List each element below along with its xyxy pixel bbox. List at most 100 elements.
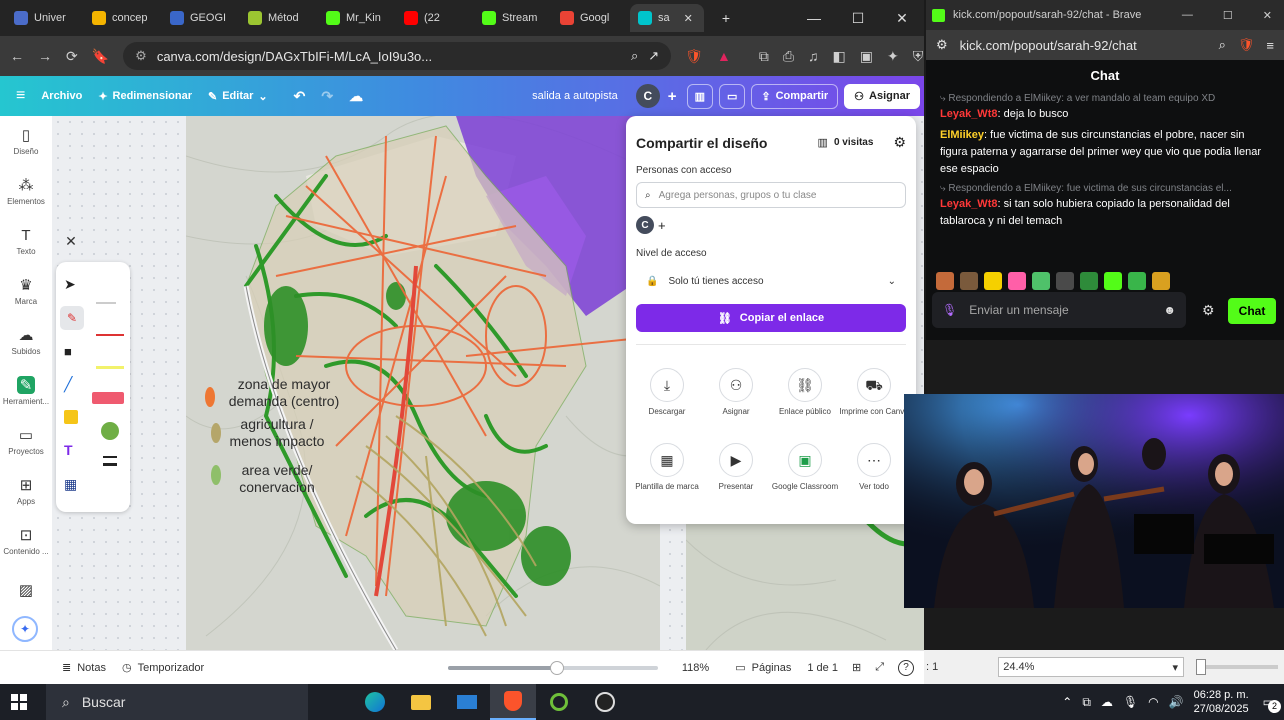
- notes-button[interactable]: ≣ Notas: [62, 661, 106, 675]
- browser-tab[interactable]: sa ✕: [630, 4, 704, 32]
- bookmark-icon[interactable]: 🔖: [92, 47, 109, 65]
- redo-icon[interactable]: ↷: [321, 88, 333, 105]
- new-tab-button[interactable]: +: [704, 10, 748, 26]
- maximize-icon[interactable]: ☐: [836, 10, 880, 27]
- browser-tab[interactable]: (22: [396, 4, 474, 32]
- cloud-icon[interactable]: ☁: [1101, 695, 1113, 709]
- tab-close-icon[interactable]: ✕: [684, 12, 693, 25]
- vpn-icon[interactable]: ⛨: [913, 47, 924, 65]
- close-window-icon[interactable]: ✕: [880, 10, 924, 27]
- wifi-icon[interactable]: ◠: [1148, 695, 1158, 709]
- share-option[interactable]: ▦ Plantilla de marca: [632, 443, 702, 492]
- chat-username[interactable]: Leyak_Wt8: [940, 108, 997, 120]
- rail-item[interactable]: ⁂ Elementos: [0, 166, 52, 216]
- legend-zona-demanda[interactable]: zona de mayor demanda (centro): [224, 376, 344, 410]
- emote-icon[interactable]: [1128, 272, 1146, 290]
- volume-icon[interactable]: 🔊: [1169, 695, 1184, 709]
- pen-tool-icon[interactable]: ✎: [60, 306, 84, 330]
- settings-gear-icon[interactable]: ⚙: [893, 134, 906, 151]
- emote-icon[interactable]: [1104, 272, 1122, 290]
- user-avatar[interactable]: C: [635, 84, 660, 108]
- share-option[interactable]: ⤓ Descargar: [632, 368, 702, 417]
- share-option[interactable]: ⋯ Ver todo: [839, 443, 909, 492]
- browser-tab[interactable]: Métod: [240, 4, 318, 32]
- brave-icon[interactable]: [490, 684, 536, 720]
- asignar-button[interactable]: ⚇ Asignar: [844, 83, 920, 109]
- browser-tab[interactable]: Univer: [6, 4, 84, 32]
- emote-icon[interactable]: [1008, 272, 1026, 290]
- redimensionar-button[interactable]: ✦ Redimensionar: [98, 90, 192, 103]
- design-title[interactable]: salida a autopista: [532, 90, 618, 102]
- file-explorer-icon[interactable]: [398, 684, 444, 720]
- share-option[interactable]: ⛓ Enlace público: [770, 368, 840, 417]
- chat-username[interactable]: Leyak_Wt8: [940, 198, 997, 210]
- shapes-tool-icon[interactable]: ■: [64, 344, 72, 359]
- archivo-menu[interactable]: Archivo: [41, 90, 82, 102]
- edge-icon[interactable]: [352, 684, 398, 720]
- tray-chevron-icon[interactable]: ⌃: [1062, 695, 1072, 709]
- table-tool-icon[interactable]: ▦: [64, 476, 77, 493]
- mail-icon[interactable]: [444, 684, 490, 720]
- zoom-slider-knob[interactable]: [550, 660, 565, 675]
- rail-item[interactable]: ☁ Subidos: [0, 316, 52, 366]
- chat-minimize-icon[interactable]: —: [1182, 9, 1193, 21]
- sticky-tool-icon[interactable]: [64, 410, 78, 424]
- wallet-icon[interactable]: ▣: [860, 47, 873, 65]
- emote-icon[interactable]: [1080, 272, 1098, 290]
- browser-tab[interactable]: concep: [84, 4, 162, 32]
- back-icon[interactable]: ←: [10, 47, 24, 65]
- legend-area-verde[interactable]: area verde/ conervacion: [230, 462, 324, 496]
- people-search-input[interactable]: ⌕ Agrega personas, grupos o tu clase: [636, 182, 906, 208]
- compartir-button[interactable]: ⇪ Compartir: [751, 83, 839, 109]
- timer-button[interactable]: ◷ Temporizador: [122, 661, 204, 675]
- rail-item[interactable]: ▭ Proyectos: [0, 416, 52, 466]
- comments-button[interactable]: ▭: [718, 83, 746, 109]
- rail-item[interactable]: ✎ Herramient...: [0, 366, 52, 416]
- site-settings-icon[interactable]: ⚙: [936, 37, 948, 53]
- leo-icon[interactable]: ✦: [887, 47, 899, 65]
- emote-icon[interactable]: [1056, 272, 1074, 290]
- select-tool-icon[interactable]: ➤: [64, 276, 76, 293]
- editar-button[interactable]: ✎ Editar ⌄: [208, 90, 268, 103]
- chat-close-icon[interactable]: ✕: [1263, 9, 1272, 22]
- viewer-zoom-select[interactable]: 24.4% ▾: [998, 657, 1185, 677]
- grid-view-icon[interactable]: ⊞: [852, 661, 861, 674]
- stroke-width-icon[interactable]: [103, 456, 117, 466]
- magic-assistant-icon[interactable]: ✦: [12, 616, 38, 642]
- rail-item[interactable]: ♛ Marca: [0, 266, 52, 316]
- browser-tab[interactable]: Mr_Kin: [318, 4, 396, 32]
- share-option[interactable]: ⛟ Imprime con Canva: [839, 368, 909, 417]
- browser-tab[interactable]: Googl: [552, 4, 630, 32]
- chat-settings-icon[interactable]: ⚙: [1202, 302, 1215, 319]
- insights-icon[interactable]: ▥: [818, 136, 828, 149]
- menu-icon[interactable]: ≡: [1266, 38, 1274, 53]
- help-icon[interactable]: ?: [898, 659, 914, 676]
- media-icon[interactable]: ♫: [808, 47, 819, 65]
- qgis-icon[interactable]: [536, 684, 582, 720]
- rail-item[interactable]: ⊞ Apps: [0, 466, 52, 516]
- rail-item[interactable]: ▯ Diseño: [0, 116, 52, 166]
- emote-icon[interactable]: [984, 272, 1002, 290]
- chat-address-bar[interactable]: ⚙ kick.com/popout/sarah-92/chat ⌕ 🛡 ≡: [926, 30, 1284, 60]
- color-green-swatch[interactable]: [101, 422, 119, 440]
- add-collaborator-icon[interactable]: +: [668, 88, 677, 105]
- marker-pink-swatch[interactable]: [92, 392, 124, 404]
- rail-item[interactable]: ▨: [0, 566, 52, 616]
- visits-count[interactable]: 0 visitas: [834, 137, 873, 148]
- chat-reply-context[interactable]: ⤷ Respondiendo a ElMiikey: a ver mandalo…: [926, 90, 1284, 104]
- brave-shield-icon[interactable]: 🛡: [1238, 37, 1255, 53]
- brave-shield-icon[interactable]: 🛡: [685, 47, 703, 65]
- text-tool-icon[interactable]: T: [64, 442, 73, 458]
- collaborator-avatar[interactable]: C: [636, 216, 654, 234]
- obs-icon[interactable]: [582, 684, 628, 720]
- network-icon[interactable]: ⧉: [1082, 695, 1091, 710]
- taskbar-clock[interactable]: 06:28 p. m. 27/08/2025: [1194, 688, 1249, 716]
- pages-button[interactable]: ▭ Páginas: [735, 661, 791, 675]
- emote-icon[interactable]: [1032, 272, 1050, 290]
- share-option[interactable]: ▣ Google Classroom: [770, 443, 840, 492]
- viewer-zoom-knob[interactable]: [1196, 659, 1207, 675]
- zoom-icon[interactable]: ⌕: [631, 48, 638, 64]
- line-tool-icon[interactable]: ╱: [64, 376, 72, 393]
- brave-rewards-icon[interactable]: ▲: [717, 47, 731, 65]
- viewer-zoom-slider[interactable]: [1196, 659, 1278, 675]
